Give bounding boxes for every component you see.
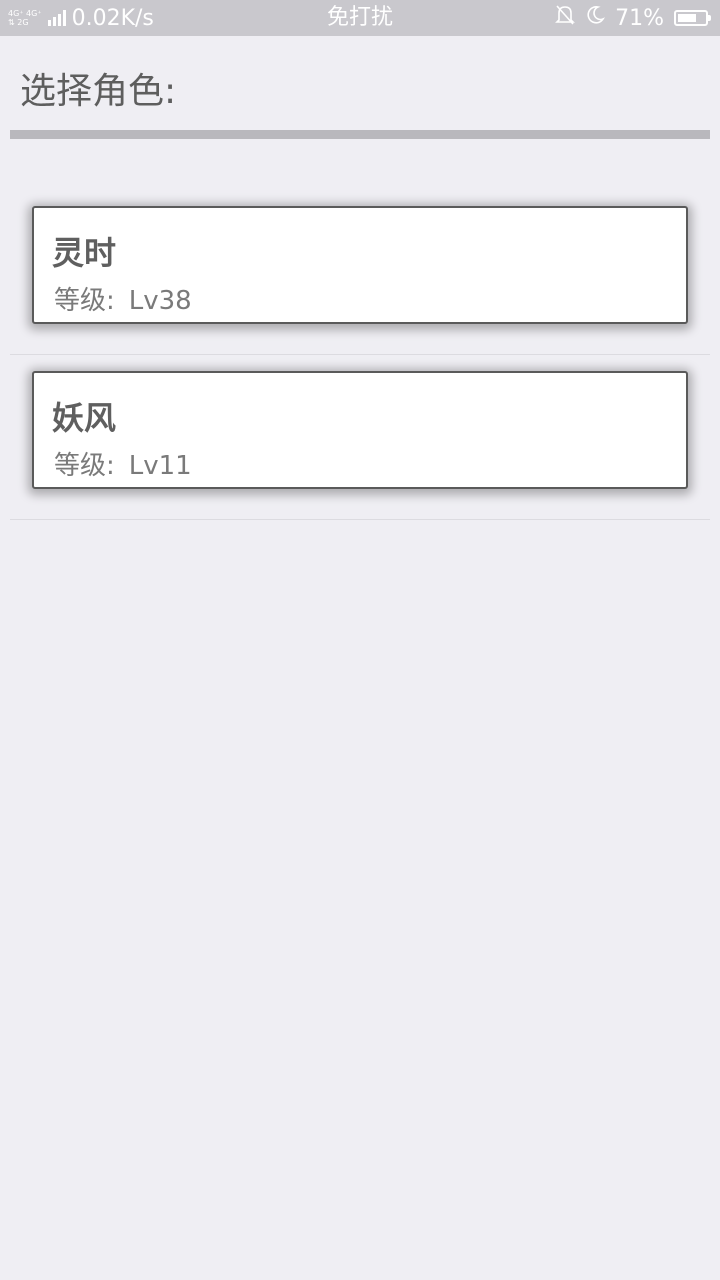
character-card[interactable]: 灵时 等级: Lv38 — [32, 206, 688, 324]
battery-fill — [678, 14, 697, 22]
character-name: 灵时 — [52, 234, 117, 272]
character-name: 妖风 — [52, 399, 117, 437]
list-item[interactable]: 灵时 等级: Lv38 — [10, 190, 710, 355]
level-label: 等级: — [54, 286, 115, 316]
list-item[interactable]: 妖风 等级: Lv11 — [10, 355, 710, 520]
page-title: 选择角色: — [20, 71, 177, 112]
bell-muted-icon — [555, 4, 576, 32]
battery-icon — [674, 10, 711, 26]
level-value: Lv38 — [128, 286, 192, 316]
level-value: Lv11 — [128, 451, 192, 481]
moon-icon — [585, 5, 606, 31]
character-level: 等级: Lv38 — [54, 280, 192, 317]
status-bar-right: 71% — [555, 0, 711, 36]
level-label: 等级: — [54, 451, 115, 481]
character-card[interactable]: 妖风 等级: Lv11 — [32, 371, 688, 489]
character-list: 灵时 等级: Lv38 妖风 等级: Lv11 — [10, 190, 710, 520]
character-level: 等级: Lv11 — [54, 445, 192, 482]
header-divider — [10, 130, 710, 139]
status-bar: 4G⁺ 4G⁺ ⇅ 2G 0.02K/s 免打扰 71% — [0, 0, 720, 36]
battery-percent: 71% — [615, 5, 664, 31]
